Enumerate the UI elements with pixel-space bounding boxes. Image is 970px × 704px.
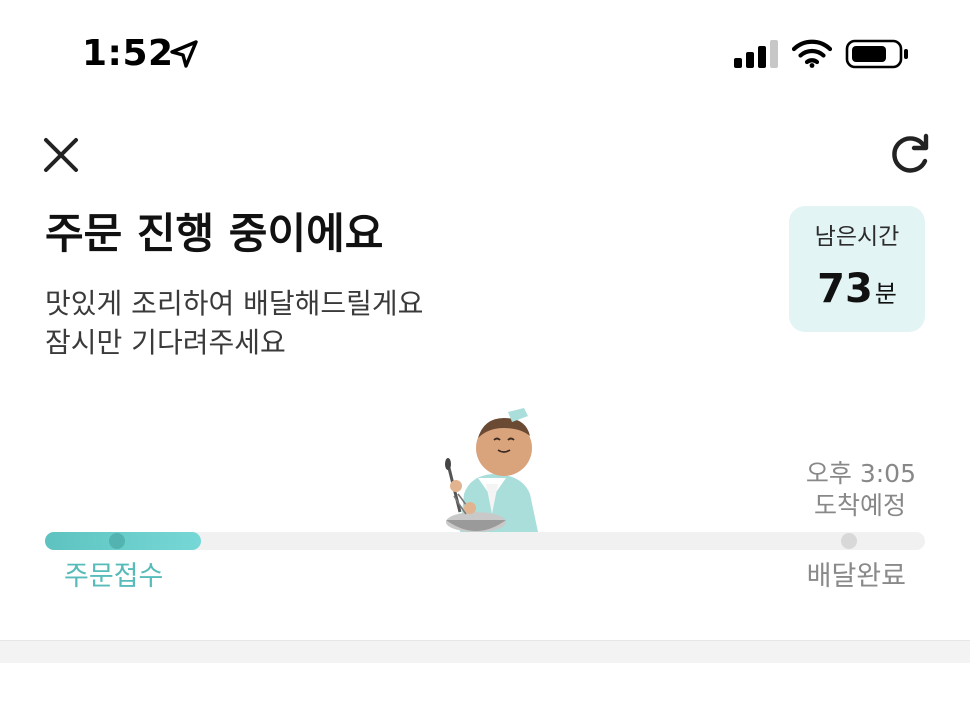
step-label-delivery-complete: 배달완료: [806, 561, 906, 592]
location-arrow-icon: [170, 40, 198, 68]
progress-step-marker-delivered: [841, 533, 857, 549]
delivery-progress-bar: [45, 532, 925, 550]
wifi-icon: [792, 39, 832, 68]
close-icon[interactable]: [38, 132, 84, 178]
step-label-order-received: 주문접수: [64, 561, 164, 592]
remaining-time-value-row: 73분: [789, 264, 925, 319]
remaining-time-label: 남은시간: [814, 224, 900, 250]
chef-illustration: [445, 408, 538, 532]
section-divider: [0, 640, 970, 663]
remaining-time-unit: 분: [874, 280, 897, 308]
status-message-line-2: 잠시만 기다려주세요: [45, 326, 286, 359]
refresh-icon[interactable]: [884, 130, 934, 180]
remaining-time-card: 남은시간 73분: [789, 206, 925, 332]
cellular-signal-icon: [734, 40, 778, 68]
order-tracking-screen: 1:52 주문 진행 중이에요 맛있게 조리하여 배달해드릴게요 잠시만 기다려…: [0, 0, 970, 704]
eta-time: 오후 3:05: [805, 459, 916, 488]
status-message-line-1: 맛있게 조리하여 배달해드릴게요: [45, 287, 424, 320]
eta-label: 도착예정: [813, 491, 906, 520]
progress-step-marker-received: [109, 533, 125, 549]
status-bar-time: 1:52: [82, 33, 174, 74]
page-title: 주문 진행 중이에요: [45, 209, 384, 258]
battery-icon: [845, 39, 908, 69]
remaining-time-value: 73: [817, 266, 873, 312]
